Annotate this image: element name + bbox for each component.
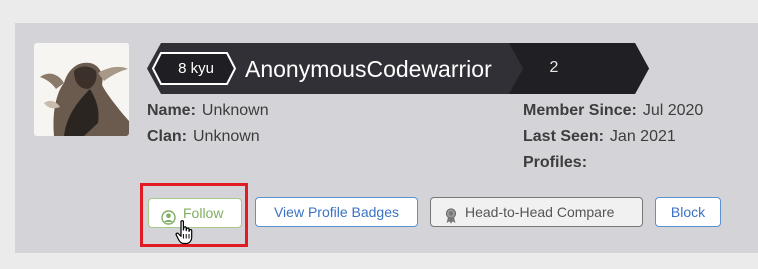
clan-value: Unknown (193, 128, 260, 145)
rank-bar: 8 kyu AnonymousCodewarrior 2 (147, 43, 649, 94)
name-row: Name: Unknown (147, 98, 269, 124)
last-seen-value: Jan 2021 (609, 128, 676, 145)
name-label: Name: (147, 102, 196, 119)
block-button[interactable]: Block (655, 197, 721, 227)
profile-info-left: Name: Unknown Clan: Unknown (147, 98, 269, 150)
medal-icon (445, 205, 457, 233)
member-since-value: Jul 2020 (642, 102, 704, 119)
head-to-head-compare-button[interactable]: Head-to-Head Compare (430, 197, 643, 227)
member-since-row: Member Since: Jul 2020 (523, 98, 703, 124)
clan-row: Clan: Unknown (147, 124, 269, 150)
member-since-label: Member Since: (523, 102, 637, 119)
compare-label: Head-to-Head Compare (465, 204, 615, 220)
view-profile-badges-button[interactable]: View Profile Badges (255, 197, 418, 227)
profile-card: 8 kyu AnonymousCodewarrior 2 Name: Unknow… (15, 23, 758, 253)
last-seen-row: Last Seen: Jan 2021 (523, 124, 703, 150)
rank-badge: 8 kyu (178, 60, 214, 77)
profiles-label: Profiles: (523, 154, 588, 171)
avatar (34, 43, 129, 136)
last-seen-label: Last Seen: (523, 128, 604, 145)
hand-pointer-icon (175, 220, 195, 250)
name-value: Unknown (201, 102, 269, 119)
profiles-row: Profiles: (523, 150, 703, 176)
clan-label: Clan: (147, 128, 187, 145)
follow-button[interactable]: Follow (148, 198, 242, 228)
username: AnonymousCodewarrior (245, 56, 492, 82)
user-circle-icon (161, 206, 176, 234)
honor-count: 2 (549, 59, 559, 76)
profile-info-right: Member Since: Jul 2020 Last Seen: Jan 2021… (523, 98, 703, 176)
